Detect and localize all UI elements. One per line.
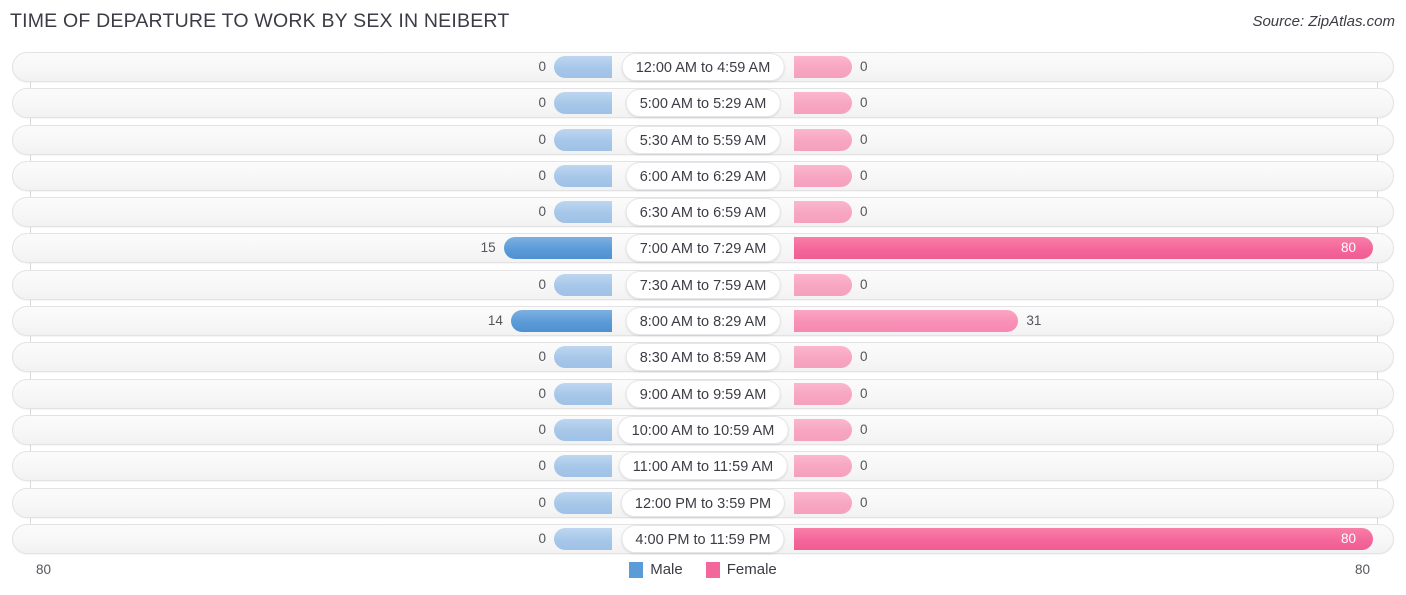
- chart-row: 0 0 10:00 AM to 10:59 AM: [0, 414, 1406, 445]
- value-label-female: 0: [860, 204, 868, 220]
- bar-male: [510, 310, 612, 333]
- bar-male: [503, 237, 612, 260]
- chart-row: 0 0 5:00 AM to 5:29 AM: [0, 88, 1406, 119]
- value-label-male: 0: [538, 530, 546, 546]
- bar-female: [794, 201, 852, 224]
- value-label-male: 14: [487, 313, 503, 329]
- value-label-female: 0: [860, 421, 868, 437]
- category-label: 8:30 AM to 8:59 AM: [625, 343, 781, 372]
- chart-row: 0 0 12:00 PM to 3:59 PM: [0, 487, 1406, 518]
- value-label-male: 0: [538, 385, 546, 401]
- category-label: 11:00 AM to 11:59 AM: [618, 452, 788, 481]
- value-label-female: 0: [860, 349, 868, 365]
- value-label-female: 31: [1026, 313, 1042, 329]
- chart-row: 0 80 4:00 PM to 11:59 PM: [0, 523, 1406, 554]
- value-label-female: 0: [860, 59, 868, 74]
- value-label-female: 0: [860, 167, 868, 183]
- chart-rows: 0 0 12:00 AM to 4:59 AM 0 0 5:00 AM to 5:29 A…: [0, 52, 1406, 560]
- bar-female: [794, 491, 852, 514]
- bar-male: [554, 56, 612, 78]
- chart-legend: Male Female: [0, 561, 1406, 578]
- chart-row: 0 0 8:30 AM to 8:59 AM: [0, 342, 1406, 373]
- value-label-female: 0: [860, 458, 868, 474]
- bar-male: [554, 418, 612, 441]
- value-label-female: 0: [860, 95, 868, 111]
- value-label-male: 0: [538, 167, 546, 183]
- category-label: 6:00 AM to 6:29 AM: [625, 161, 781, 190]
- bar-female: [794, 164, 852, 187]
- bar-female: [794, 310, 1019, 333]
- bar-female: [794, 92, 852, 115]
- bar-female: [794, 128, 852, 151]
- source-attribution: Source: ZipAtlas.com: [1252, 13, 1395, 30]
- bar-female: [794, 273, 852, 296]
- value-label-female: 0: [860, 385, 868, 401]
- bar-male: [554, 491, 612, 514]
- chart-row: 15 80 7:00 AM to 7:29 AM: [0, 233, 1406, 264]
- category-label: 10:00 AM to 10:59 AM: [617, 415, 789, 444]
- bar-female: [794, 382, 852, 405]
- value-label-female: 0: [860, 131, 868, 147]
- category-label: 7:30 AM to 7:59 AM: [625, 270, 781, 299]
- category-label: 9:00 AM to 9:59 AM: [625, 379, 781, 408]
- value-label-female: 80: [1341, 530, 1357, 546]
- legend-swatch-icon: [629, 561, 644, 578]
- value-label-male: 0: [538, 131, 546, 147]
- category-label: 12:00 PM to 3:59 PM: [620, 488, 786, 517]
- chart-row: 0 0 9:00 AM to 9:59 AM: [0, 378, 1406, 409]
- chart-row: 0 0 6:00 AM to 6:29 AM: [0, 160, 1406, 191]
- value-label-male: 0: [538, 349, 546, 365]
- legend-item-male[interactable]: Male: [629, 561, 683, 578]
- value-label-male: 0: [538, 95, 546, 111]
- bar-female: [794, 56, 852, 78]
- bar-male: [554, 527, 612, 550]
- chart-page: TIME OF DEPARTURE TO WORK BY SEX IN NEIB…: [0, 0, 1406, 595]
- value-label-female: 0: [860, 276, 868, 292]
- bar-male: [554, 201, 612, 224]
- category-label: 4:00 PM to 11:59 PM: [621, 524, 785, 553]
- chart-header: TIME OF DEPARTURE TO WORK BY SEX IN NEIB…: [0, 0, 1406, 44]
- chart-row: 0 0 7:30 AM to 7:59 AM: [0, 269, 1406, 300]
- value-label-male: 15: [480, 240, 496, 256]
- page-title: TIME OF DEPARTURE TO WORK BY SEX IN NEIB…: [10, 10, 510, 32]
- legend-label: Female: [726, 561, 777, 578]
- category-label: 7:00 AM to 7:29 AM: [625, 234, 781, 263]
- category-label: 6:30 AM to 6:59 AM: [625, 198, 781, 227]
- bar-male: [554, 128, 612, 151]
- bar-male: [554, 455, 612, 478]
- bar-female: [794, 346, 852, 369]
- legend-label: Male: [650, 561, 683, 578]
- category-label: 12:00 AM to 4:59 AM: [621, 53, 785, 81]
- category-label: 5:00 AM to 5:29 AM: [625, 89, 781, 118]
- category-label: 8:00 AM to 8:29 AM: [625, 307, 781, 336]
- legend-item-female[interactable]: Female: [705, 561, 777, 578]
- value-label-female: 0: [860, 494, 868, 510]
- bar-male: [554, 164, 612, 187]
- value-label-male: 0: [538, 494, 546, 510]
- chart-row: 0 0 11:00 AM to 11:59 AM: [0, 451, 1406, 482]
- bar-male: [554, 382, 612, 405]
- value-label-male: 0: [538, 276, 546, 292]
- value-label-male: 0: [538, 204, 546, 220]
- chart-plot-area: 0 0 12:00 AM to 4:59 AM 0 0 5:00 AM to 5:29 A…: [0, 52, 1406, 554]
- value-label-male: 0: [538, 421, 546, 437]
- bar-male: [554, 92, 612, 115]
- chart-row: 14 31 8:00 AM to 8:29 AM: [0, 306, 1406, 337]
- chart-row: 0 0 6:30 AM to 6:59 AM: [0, 197, 1406, 228]
- category-label: 5:30 AM to 5:59 AM: [625, 125, 781, 154]
- bar-male: [554, 346, 612, 369]
- value-label-male: 0: [538, 59, 546, 74]
- bar-female: [794, 237, 1373, 260]
- value-label-female: 80: [1341, 240, 1357, 256]
- chart-row: 0 0 12:00 AM to 4:59 AM: [0, 52, 1406, 82]
- bar-female: [794, 418, 852, 441]
- value-label-male: 0: [538, 458, 546, 474]
- bar-female: [794, 527, 1373, 550]
- legend-swatch-icon: [705, 561, 720, 578]
- bar-male: [554, 273, 612, 296]
- bar-female: [794, 455, 852, 478]
- chart-row: 0 0 5:30 AM to 5:59 AM: [0, 124, 1406, 155]
- chart-footer: 80 80 Male Female: [0, 554, 1406, 595]
